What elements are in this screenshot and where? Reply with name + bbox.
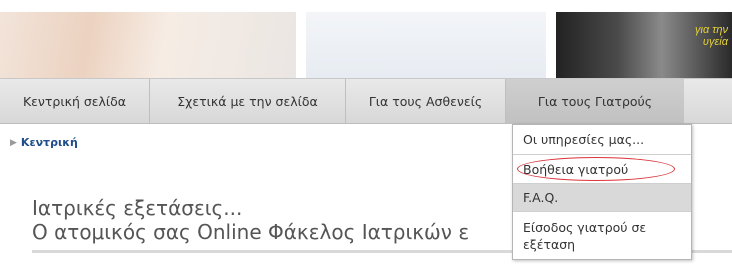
page-title-line-1: Ιατρικές εξετάσεις... — [32, 196, 243, 220]
dropdown-item-services[interactable]: Οι υπηρεσίες μας... — [513, 125, 691, 155]
nav-about[interactable]: Σχετικά με την σελίδα — [150, 79, 346, 123]
breadcrumb-home-link[interactable]: Κεντρική — [21, 136, 78, 149]
header-banner: για την υγεία — [0, 0, 732, 78]
nav-doctors[interactable]: Για τους Γιατρούς — [506, 79, 684, 123]
dropdown-item-doctor-login[interactable]: Είσοδος γιατρού σε εξέταση — [513, 212, 691, 259]
breadcrumb-arrow-icon: ▶ — [10, 137, 17, 148]
main-navigation: Κεντρική σελίδα Σχετικά με την σελίδα Γι… — [0, 78, 732, 124]
banner-photo-doctor-coat — [306, 12, 546, 78]
banner-photo-lab-tubes: για την υγεία — [556, 12, 732, 78]
red-circle-annotation — [517, 157, 675, 181]
dropdown-item-doctor-help[interactable]: Βοήθεια γιατρού — [513, 155, 691, 184]
doctors-dropdown-menu: Οι υπηρεσίες μας... Βοήθεια γιατρού F.A.… — [512, 124, 692, 260]
nav-home[interactable]: Κεντρική σελίδα — [0, 79, 150, 123]
breadcrumb: ▶ Κεντρική — [10, 136, 78, 149]
page-title: Ιατρικές εξετάσεις... Ο ατομικός σας Onl… — [32, 196, 469, 244]
banner-photo-doctor-stethoscope — [0, 12, 296, 78]
nav-patients[interactable]: Για τους Ασθενείς — [346, 79, 506, 123]
banner-overlay-text: για την υγεία — [695, 24, 728, 48]
dropdown-item-faq[interactable]: F.A.Q. — [513, 184, 691, 212]
page-title-line-2: Ο ατομικός σας Online Φάκελος Ιατρικών ε — [32, 220, 470, 244]
